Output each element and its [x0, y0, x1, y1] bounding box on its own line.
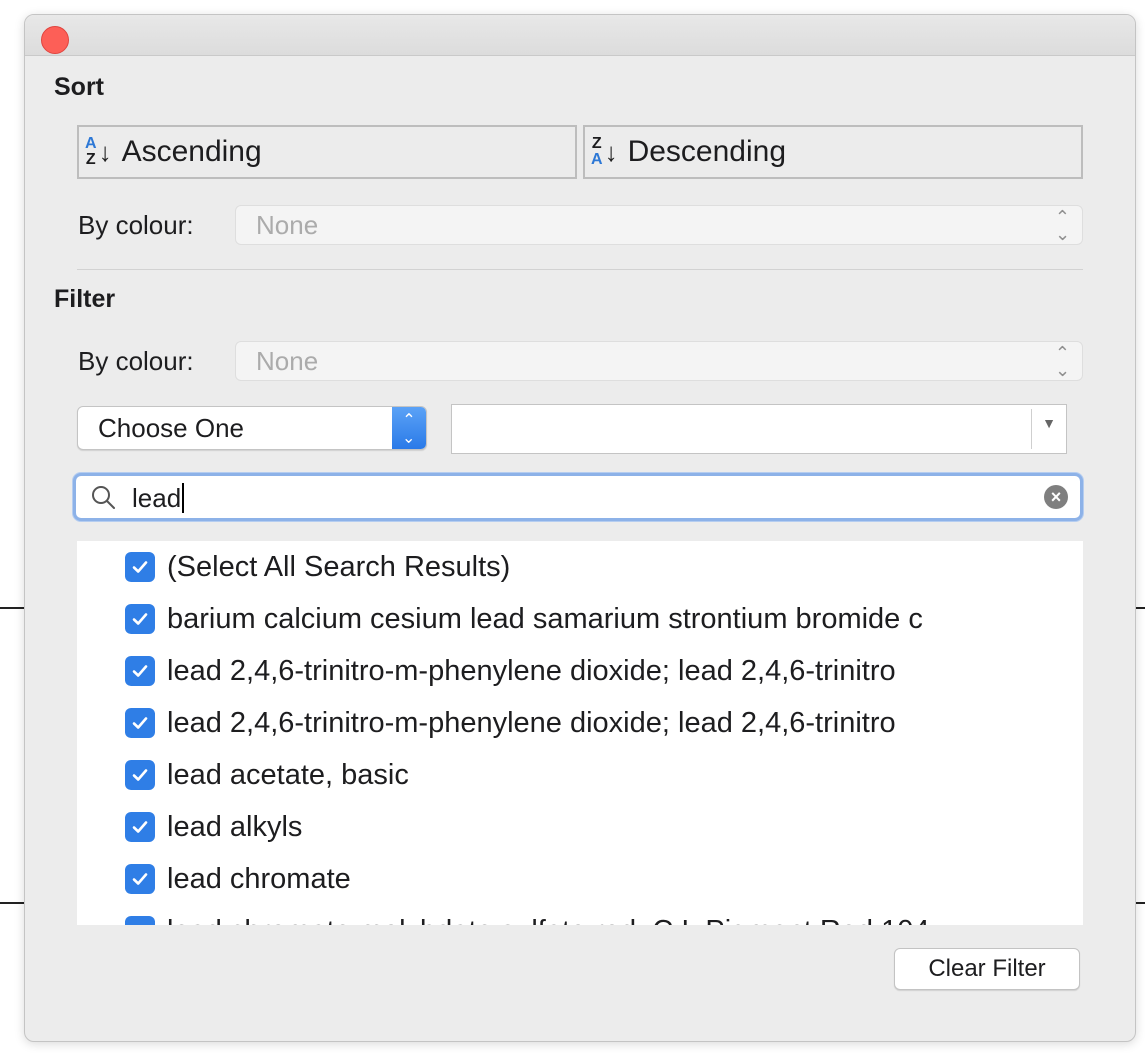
sort-by-colour-value: None	[256, 209, 319, 240]
sort-section-title: Sort	[54, 73, 104, 101]
checkmark-icon	[132, 873, 148, 885]
list-item-label: lead 2,4,6-trinitro-m-phenylene dioxide;…	[167, 654, 896, 687]
checkmark-icon	[132, 821, 148, 833]
close-dot-icon[interactable]	[41, 26, 69, 54]
list-item[interactable]: barium calcium cesium lead samarium stro…	[125, 593, 923, 645]
checkbox-checked-icon[interactable]	[125, 916, 155, 925]
up-down-chevron-icon: ⌃ ⌃	[1054, 207, 1070, 243]
clear-filter-button[interactable]: Clear Filter	[894, 948, 1080, 990]
filter-by-colour-value: None	[256, 345, 319, 376]
sort-descending-label: Descending	[627, 135, 786, 168]
list-item[interactable]: lead 2,4,6-trinitro-m-phenylene dioxide;…	[125, 645, 896, 697]
background-line-bottom-left	[0, 902, 26, 904]
sort-az-icon: A Z	[85, 135, 97, 168]
up-down-chevron-icon: ⌃ ⌃	[1054, 343, 1070, 379]
search-icon	[92, 486, 115, 509]
checkmark-icon	[132, 717, 148, 729]
list-item[interactable]: lead chromate	[125, 853, 351, 905]
search-field[interactable]: lead ×	[73, 473, 1083, 521]
sort-za-icon: Z A	[591, 135, 603, 168]
checkbox-checked-icon[interactable]	[125, 760, 155, 790]
checkmark-icon	[132, 769, 148, 781]
title-bar	[25, 15, 1135, 56]
checkmark-icon	[132, 665, 148, 677]
filter-condition-value: Choose One	[98, 412, 244, 443]
arrow-down-icon: ↓	[604, 136, 618, 167]
filter-condition-select[interactable]: Choose One ⌃ ⌃	[77, 406, 427, 450]
up-down-chevron-icon: ⌃ ⌃	[392, 407, 426, 449]
list-item-label: lead alkyls	[167, 810, 303, 843]
filter-criteria-combobox[interactable]: ▼	[451, 404, 1067, 454]
list-item[interactable]: lead chromate molybdate sulfate red; C.I…	[125, 905, 929, 925]
list-item-label: lead chromate molybdate sulfate red; C.I…	[167, 915, 929, 926]
list-item[interactable]: lead 2,4,6-trinitro-m-phenylene dioxide;…	[125, 697, 896, 749]
checkbox-checked-icon[interactable]	[125, 708, 155, 738]
combo-divider	[1031, 409, 1032, 449]
checkbox-checked-icon[interactable]	[125, 864, 155, 894]
list-item[interactable]: lead acetate, basic	[125, 749, 409, 801]
sort-ascending-label: Ascending	[121, 135, 262, 168]
section-divider	[77, 269, 1083, 270]
checkmark-icon	[132, 613, 148, 625]
arrow-down-icon: ↓	[98, 136, 112, 167]
sort-ascending-button[interactable]: A Z ↓ Ascending	[77, 125, 577, 179]
filter-section-title: Filter	[54, 285, 116, 313]
checkbox-checked-icon[interactable]	[125, 812, 155, 842]
list-item-label: barium calcium cesium lead samarium stro…	[167, 602, 923, 635]
list-item-label: lead acetate, basic	[167, 758, 409, 791]
filter-by-colour-label: By colour:	[78, 346, 194, 376]
list-item[interactable]: (Select All Search Results)	[125, 541, 510, 593]
list-item-label: (Select All Search Results)	[167, 550, 511, 583]
sort-descending-button[interactable]: Z A ↓ Descending	[583, 125, 1083, 179]
checkmark-icon	[132, 561, 148, 573]
sort-by-colour-select[interactable]: None ⌃ ⌃	[235, 205, 1083, 245]
filter-results-list[interactable]: (Select All Search Results) barium calciu…	[77, 541, 1083, 925]
background-line-top-left	[0, 607, 26, 609]
sort-by-colour-label: By colour:	[78, 210, 194, 240]
checkmark-icon	[130, 921, 150, 925]
filter-by-colour-select[interactable]: None ⌃ ⌃	[235, 341, 1083, 381]
dropdown-triangle-icon[interactable]: ▼	[1042, 415, 1056, 431]
checkbox-checked-icon[interactable]	[125, 552, 155, 582]
list-item-label: lead chromate	[167, 862, 351, 895]
checkbox-checked-icon[interactable]	[125, 604, 155, 634]
checkbox-checked-icon[interactable]	[125, 656, 155, 686]
sort-filter-window: Sort A Z ↓ Ascending Z A ↓ Descending By…	[24, 14, 1136, 1042]
clear-search-icon[interactable]: ×	[1044, 485, 1068, 509]
search-input[interactable]: lead	[132, 483, 185, 513]
list-item-label: lead 2,4,6-trinitro-m-phenylene dioxide;…	[167, 706, 896, 739]
list-item[interactable]: lead alkyls	[125, 801, 302, 853]
